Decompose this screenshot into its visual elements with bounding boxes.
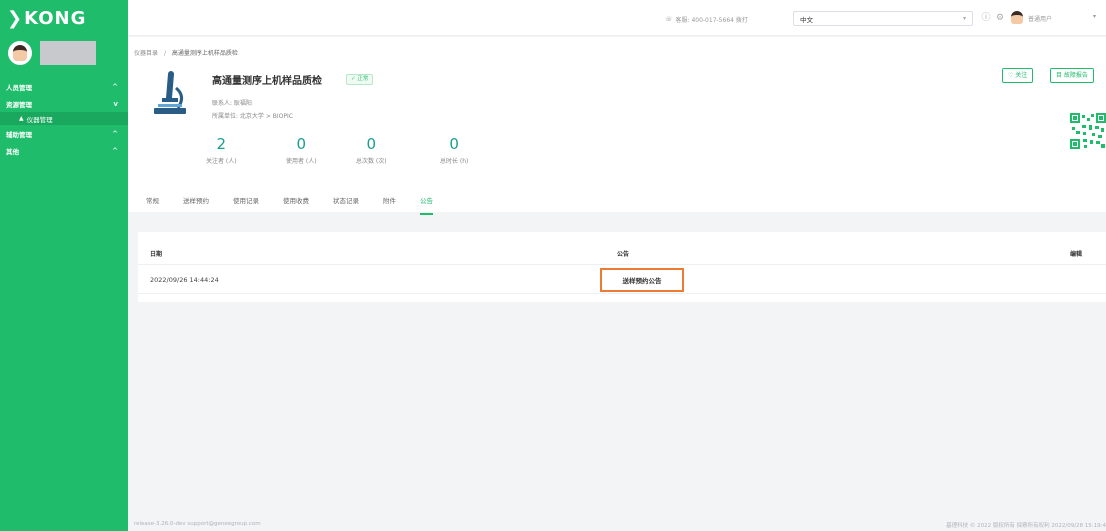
- instrument-info-panel: 仪器目录 / 高通量测序上机样品质检 高通量测序上机样品质检 ✓ 正常 联系人:…: [128, 37, 1106, 215]
- tab-status-records[interactable]: 状态记录: [333, 195, 359, 215]
- sidebar-nav: 人员管理 ^ 资源管理 v ▲ 仪器管理 辅助管理 ^ 其他 ^: [0, 78, 128, 159]
- settings-icon[interactable]: ⚙: [995, 13, 1005, 23]
- stat-value: 0: [296, 135, 307, 153]
- microscope-icon: [154, 71, 186, 114]
- status-badge: ✓ 正常: [346, 74, 374, 85]
- chevron-up-icon: ^: [112, 129, 118, 138]
- table-divider: [138, 293, 1106, 294]
- stat-followers: 2 关注者 (人): [206, 135, 237, 165]
- instrument-title: 高通量测序上机样品质检: [212, 76, 322, 87]
- logo[interactable]: ❯ KONG: [0, 0, 128, 36]
- sidebar-item-people[interactable]: 人员管理 ^: [0, 78, 128, 95]
- chevron-down-icon: ▾: [962, 15, 966, 22]
- status-badge-text: 正常: [357, 76, 369, 82]
- caret-down-icon[interactable]: ▾: [1093, 13, 1096, 20]
- help-icon[interactable]: ⓘ: [981, 13, 991, 23]
- logo-mark-icon: ❯: [7, 7, 24, 29]
- sidebar-item-label: 仪器管理: [26, 115, 53, 124]
- microscope-icon: ▲: [19, 115, 24, 122]
- stat-total-count: 0 总次数 (次): [356, 135, 387, 165]
- stat-label: 使用者 (人): [286, 158, 317, 165]
- phone-icon: ☏: [665, 16, 673, 23]
- stat-total-hours: 0 总时长 (h): [440, 135, 468, 165]
- hotline[interactable]: ☏ 客服: 400-017-5664 拨打: [665, 15, 748, 24]
- avatar-face-icon: [13, 45, 27, 61]
- follow-button[interactable]: ♡ 关注: [1002, 68, 1034, 83]
- stat-users: 0 使用者 (人): [286, 135, 317, 165]
- tab-usage-records[interactable]: 使用记录: [233, 195, 259, 215]
- stat-value: 0: [449, 135, 459, 153]
- hotline-text: 客服: 400-017-5664 拨打: [675, 17, 748, 24]
- top-header: ☏ 客服: 400-017-5664 拨打 中文 ▾ ⓘ ⚙ 普通用户 ▾: [128, 0, 1106, 36]
- table-divider: [138, 264, 1106, 265]
- chevron-up-icon: ^: [112, 82, 118, 91]
- stat-value: 2: [216, 135, 227, 153]
- footer: release-3.26.0-dev support@geneegroup.co…: [128, 518, 1106, 531]
- language-value: 中文: [800, 15, 813, 24]
- tab-general[interactable]: 常规: [146, 195, 159, 215]
- stat-label: 总次数 (次): [356, 158, 387, 165]
- language-select[interactable]: 中文 ▾: [793, 11, 973, 26]
- breadcrumb-root[interactable]: 仪器目录: [134, 50, 158, 57]
- sidebar-item-label: 资源管理: [6, 100, 32, 109]
- tab-usage-fees[interactable]: 使用收费: [283, 195, 309, 215]
- tab-bar: 常规 送样预约 使用记录 使用收费 状态记录 附件 公告: [146, 195, 457, 215]
- sidebar-item-resources[interactable]: 资源管理 v: [0, 95, 128, 112]
- sidebar-item-label: 人员管理: [6, 83, 32, 92]
- breadcrumb: 仪器目录 / 高通量测序上机样品质检: [134, 48, 238, 57]
- column-header-edit: 编辑: [1070, 251, 1083, 258]
- sidebar: ❯ KONG 人员管理 ^ 资源管理 v ▲ 仪器管理 辅助管理 ^ 其他 ^: [0, 0, 128, 531]
- tab-sample-booking[interactable]: 送样预约: [183, 195, 209, 215]
- sidebar-item-label: 辅助管理: [6, 130, 32, 139]
- tab-announcements[interactable]: 公告: [420, 195, 433, 215]
- user-row[interactable]: [0, 36, 128, 70]
- announcement-link[interactable]: 送样预约公告: [600, 268, 684, 292]
- footer-copyright: 基理科技 © 2022 版权所有 探察所有权利 2022/09/28 15:19…: [946, 523, 1106, 529]
- qr-code-icon: [1070, 113, 1106, 149]
- user-name-redacted: [40, 41, 96, 65]
- avatar[interactable]: [8, 41, 32, 65]
- stat-label: 关注者 (人): [206, 158, 237, 165]
- instrument-org: 所属单位: 北京大学 > BIOPIC: [212, 113, 293, 120]
- header-username[interactable]: 普通用户: [1028, 14, 1052, 23]
- logo-text: KONG: [24, 7, 87, 29]
- chevron-down-icon: v: [113, 99, 118, 108]
- stat-value: 0: [366, 135, 377, 153]
- instrument-contact: 联系人: 耿福阳: [212, 100, 252, 107]
- stat-label: 总时长 (h): [440, 158, 469, 165]
- header-avatar[interactable]: [1011, 11, 1023, 24]
- sidebar-item-label: 其他: [6, 147, 19, 156]
- chevron-up-icon: ^: [112, 146, 118, 155]
- announcements-table: 日期 公告 编辑 2022/09/26 14:44:24 送样预约公告: [138, 232, 1106, 302]
- breadcrumb-separator: /: [163, 50, 166, 57]
- sidebar-item-other[interactable]: 其他 ^: [0, 142, 128, 159]
- check-icon: ✓: [351, 76, 356, 82]
- sidebar-item-instruments[interactable]: ▲ 仪器管理: [0, 112, 128, 125]
- fault-report-button[interactable]: 目 故障报告: [1050, 68, 1094, 83]
- breadcrumb-current: 高通量测序上机样品质检: [171, 50, 238, 57]
- cell-date: 2022/09/26 14:44:24: [150, 276, 219, 284]
- tab-attachments[interactable]: 附件: [383, 195, 396, 215]
- sidebar-item-auxiliary[interactable]: 辅助管理 ^: [0, 125, 128, 142]
- column-header-date: 日期: [150, 251, 163, 258]
- footer-version: release-3.26.0-dev support@geneegroup.co…: [134, 521, 261, 527]
- main-content: 仪器目录 / 高通量测序上机样品质检 高通量测序上机样品质检 ✓ 正常 联系人:…: [128, 37, 1106, 531]
- column-header-notice: 公告: [617, 251, 630, 258]
